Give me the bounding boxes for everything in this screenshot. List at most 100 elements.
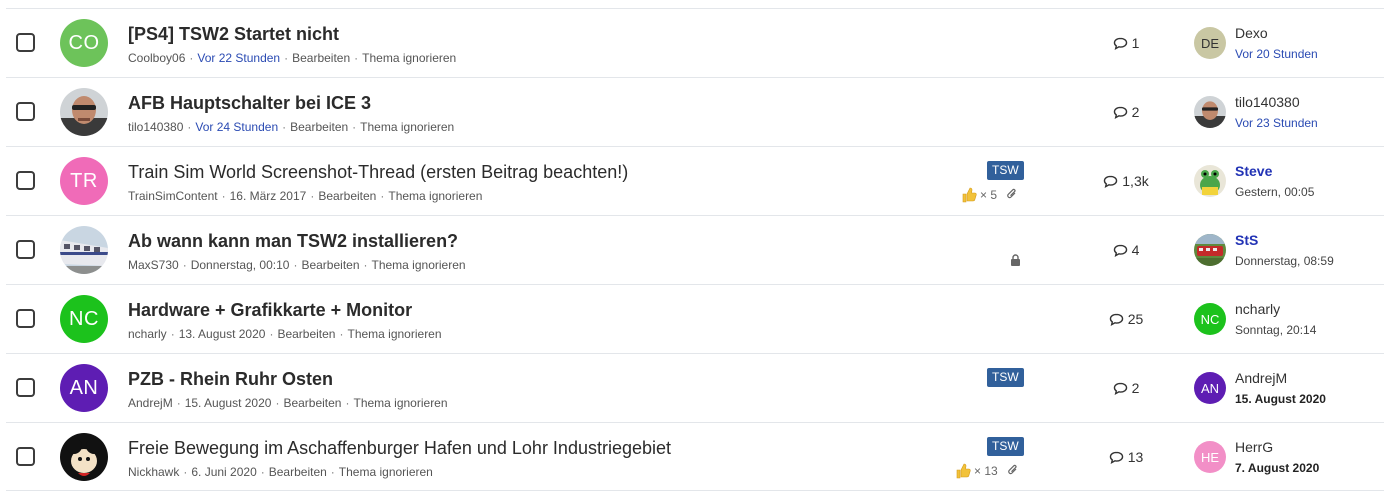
ignore-thread-link[interactable]: Thema ignorieren bbox=[360, 120, 454, 134]
reply-count: 4 bbox=[1066, 242, 1186, 258]
edit-link[interactable]: Bearbeiten bbox=[318, 189, 376, 203]
avatar[interactable]: TR bbox=[60, 157, 108, 205]
thread-title[interactable]: [PS4] TSW2 Startet nicht bbox=[128, 23, 958, 45]
thread-date[interactable]: 13. August 2020 bbox=[179, 327, 266, 341]
thread-author[interactable]: ncharly bbox=[128, 327, 167, 341]
lock-icon bbox=[1011, 254, 1020, 266]
avatar[interactable]: AN bbox=[60, 364, 108, 412]
thread-title[interactable]: Train Sim World Screenshot-Thread (erste… bbox=[128, 161, 958, 183]
prefix-tag[interactable]: TSW bbox=[987, 161, 1024, 180]
avatar[interactable]: NC bbox=[60, 295, 108, 343]
reply-count-value: 25 bbox=[1127, 311, 1144, 327]
like-count: × 5 bbox=[980, 187, 998, 202]
last-poster-avatar[interactable] bbox=[1194, 234, 1226, 266]
reply-count: 2 bbox=[1066, 104, 1186, 120]
train-photo-icon bbox=[60, 226, 108, 274]
select-checkbox[interactable] bbox=[16, 102, 35, 121]
edit-link[interactable]: Bearbeiten bbox=[290, 120, 348, 134]
thread-author[interactable]: tilo140380 bbox=[128, 120, 183, 134]
avatar[interactable] bbox=[60, 226, 108, 274]
thread-row: AFB Hauptschalter bei ICE 3 tilo140380 · V… bbox=[6, 77, 1384, 146]
ignore-thread-link[interactable]: Thema ignorieren bbox=[353, 396, 447, 410]
thread-title[interactable]: AFB Hauptschalter bei ICE 3 bbox=[128, 92, 958, 114]
thread-author[interactable]: TrainSimContent bbox=[128, 189, 218, 203]
last-poster-name[interactable]: tilo140380 bbox=[1235, 94, 1300, 110]
last-post-time[interactable]: Vor 23 Stunden bbox=[1235, 116, 1318, 130]
thread-title[interactable]: Ab wann kann man TSW2 installieren? bbox=[128, 230, 958, 252]
select-checkbox[interactable] bbox=[16, 33, 35, 52]
last-post-time[interactable]: Vor 20 Stunden bbox=[1235, 47, 1318, 61]
reply-count-value: 13 bbox=[1127, 449, 1144, 465]
paperclip-icon bbox=[1007, 188, 1016, 199]
comment-icon bbox=[1113, 382, 1127, 395]
reply-count: 2 bbox=[1066, 380, 1186, 396]
last-poster-name[interactable]: AndrejM bbox=[1235, 370, 1287, 386]
thread-date[interactable]: Vor 22 Stunden bbox=[197, 51, 280, 65]
comment-icon bbox=[1113, 244, 1127, 257]
thread-author[interactable]: AndrejM bbox=[128, 396, 173, 410]
thread-date[interactable]: 16. März 2017 bbox=[230, 189, 307, 203]
thread-title[interactable]: Hardware + Grafikkarte + Monitor bbox=[128, 299, 958, 321]
avatar[interactable] bbox=[60, 88, 108, 136]
thread-date[interactable]: 15. August 2020 bbox=[185, 396, 272, 410]
last-poster-name[interactable]: Dexo bbox=[1235, 25, 1268, 41]
edit-link[interactable]: Bearbeiten bbox=[283, 396, 341, 410]
edit-link[interactable]: Bearbeiten bbox=[277, 327, 335, 341]
person-photo-icon bbox=[60, 88, 108, 136]
last-poster-avatar[interactable]: AN bbox=[1194, 372, 1226, 404]
last-poster-name[interactable]: ncharly bbox=[1235, 301, 1280, 317]
last-poster-avatar[interactable]: NC bbox=[1194, 303, 1226, 335]
ignore-thread-link[interactable]: Thema ignorieren bbox=[372, 258, 466, 272]
ignore-thread-link[interactable]: Thema ignorieren bbox=[388, 189, 482, 203]
edit-link[interactable]: Bearbeiten bbox=[301, 258, 359, 272]
ignore-thread-link[interactable]: Thema ignorieren bbox=[362, 51, 456, 65]
reply-count-value: 1 bbox=[1131, 35, 1140, 51]
last-post-time[interactable]: Sonntag, 20:14 bbox=[1235, 323, 1316, 337]
last-post-time[interactable]: 7. August 2020 bbox=[1235, 461, 1319, 475]
thread-author[interactable]: Coolboy06 bbox=[128, 51, 185, 65]
last-poster-avatar[interactable]: HE bbox=[1194, 441, 1226, 473]
likes[interactable]: × 13 bbox=[955, 462, 1019, 479]
thread-row: Ab wann kann man TSW2 installieren? MaxS… bbox=[6, 215, 1384, 284]
prefix-tag[interactable]: TSW bbox=[987, 368, 1024, 387]
last-post-time[interactable]: 15. August 2020 bbox=[1235, 392, 1326, 406]
thread-row: Freie Bewegung im Aschaffenburger Hafen … bbox=[6, 422, 1384, 491]
person-photo-icon bbox=[1194, 96, 1226, 128]
thread-row: TR Train Sim World Screenshot-Thread (er… bbox=[6, 146, 1384, 215]
avatar[interactable]: CO bbox=[60, 19, 108, 67]
ignore-thread-link[interactable]: Thema ignorieren bbox=[339, 465, 433, 479]
ignore-thread-link[interactable]: Thema ignorieren bbox=[347, 327, 441, 341]
thread-date[interactable]: Vor 24 Stunden bbox=[195, 120, 278, 134]
thumbs-up-icon bbox=[962, 187, 977, 203]
last-poster-name[interactable]: HerrG bbox=[1235, 439, 1273, 455]
prefix-tag[interactable]: TSW bbox=[987, 437, 1024, 456]
select-checkbox[interactable] bbox=[16, 447, 35, 466]
last-post-time[interactable]: Gestern, 00:05 bbox=[1235, 185, 1314, 199]
last-poster-name[interactable]: StS bbox=[1235, 232, 1258, 248]
thread-list: CO [PS4] TSW2 Startet nicht Coolboy06 · Vo… bbox=[0, 0, 1396, 502]
last-poster-name[interactable]: Steve bbox=[1235, 163, 1272, 179]
last-poster-avatar[interactable]: DE bbox=[1194, 27, 1226, 59]
thread-title[interactable]: PZB - Rhein Ruhr Osten bbox=[128, 368, 958, 390]
red-train-photo-icon bbox=[1194, 234, 1226, 266]
last-post-time[interactable]: Donnerstag, 08:59 bbox=[1235, 254, 1334, 268]
thread-date[interactable]: 6. Juni 2020 bbox=[191, 465, 256, 479]
select-checkbox[interactable] bbox=[16, 240, 35, 259]
comment-icon bbox=[1109, 313, 1123, 326]
last-poster-avatar[interactable] bbox=[1194, 165, 1226, 197]
avatar[interactable] bbox=[60, 433, 108, 481]
edit-link[interactable]: Bearbeiten bbox=[292, 51, 350, 65]
reply-count: 1 bbox=[1066, 35, 1186, 51]
select-checkbox[interactable] bbox=[16, 378, 35, 397]
edit-link[interactable]: Bearbeiten bbox=[269, 465, 327, 479]
select-checkbox[interactable] bbox=[16, 309, 35, 328]
last-poster-avatar[interactable] bbox=[1194, 96, 1226, 128]
select-checkbox[interactable] bbox=[16, 171, 35, 190]
thumbs-up-icon bbox=[956, 463, 971, 479]
likes[interactable]: × 5 bbox=[961, 186, 1018, 203]
thread-row: AN PZB - Rhein Ruhr Osten AndrejM · 15. Au… bbox=[6, 353, 1384, 422]
thread-title[interactable]: Freie Bewegung im Aschaffenburger Hafen … bbox=[128, 437, 958, 459]
thread-author[interactable]: MaxS730 bbox=[128, 258, 179, 272]
thread-date[interactable]: Donnerstag, 00:10 bbox=[191, 258, 290, 272]
thread-author[interactable]: Nickhawk bbox=[128, 465, 179, 479]
